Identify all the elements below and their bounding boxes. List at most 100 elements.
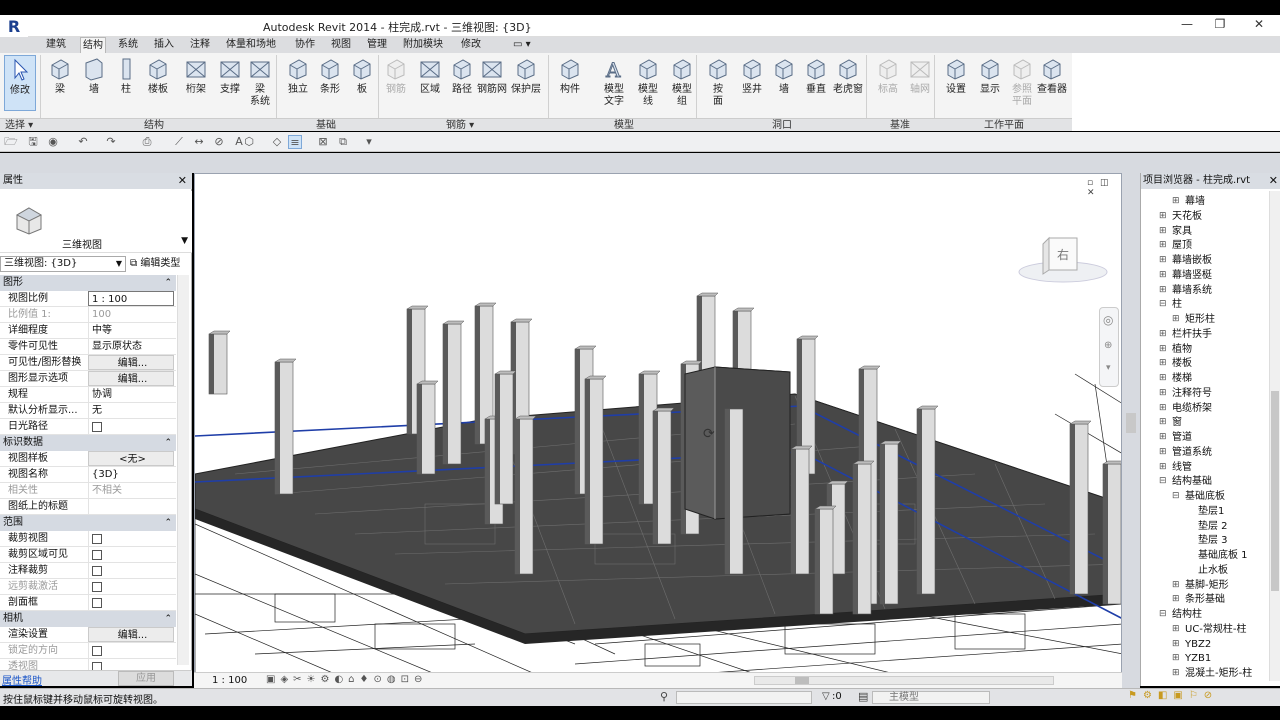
property-value[interactable] (88, 563, 174, 578)
ribbon-button-8[interactable]: 独立 (282, 55, 314, 115)
property-value[interactable]: 中等 (88, 323, 174, 338)
measure-icon[interactable]: ⟋ (172, 135, 186, 149)
column[interactable] (274, 358, 297, 495)
dimension-icon[interactable]: ↔ (192, 135, 206, 149)
expand-icon[interactable]: ⊞ (1172, 637, 1180, 652)
property-value[interactable]: {3D} (88, 467, 174, 482)
tab-9[interactable]: 附加模块 (401, 37, 445, 53)
property-value[interactable] (88, 499, 174, 514)
ribbon-button-21[interactable]: 竖井 (736, 55, 768, 115)
viewport-hscroll[interactable] (754, 676, 1054, 685)
expand-icon[interactable]: ⊞ (1159, 224, 1167, 239)
expand-icon[interactable]: ⊞ (1172, 578, 1180, 593)
collapse-icon[interactable]: ⊟ (1159, 474, 1167, 489)
tab-5[interactable]: 体量和场地 (224, 37, 278, 53)
collapse-icon[interactable]: ⊟ (1159, 297, 1167, 312)
customize-icon[interactable]: ▾ (362, 135, 376, 149)
selection-toggle-icons[interactable]: ⚑⚙◧▣⚐⊘ (1128, 690, 1218, 701)
thin-lines-icon[interactable]: ≡ (288, 135, 302, 149)
close-hidden-icon[interactable]: ⊠ (316, 135, 330, 149)
view-scale[interactable]: 1 : 100 (212, 675, 247, 686)
type-selector[interactable]: 三维视图 ▼ (0, 191, 192, 253)
tab-3[interactable]: 插入 (152, 37, 176, 53)
worksets-icon[interactable]: ⚲ (660, 690, 668, 703)
collapse-icon[interactable]: ⌃ (164, 435, 172, 451)
column[interactable] (852, 460, 875, 615)
ribbon-button-14[interactable]: 钢筋网 (476, 55, 508, 115)
tab-7[interactable]: 视图 (329, 37, 353, 53)
close-button[interactable]: ✕ (1244, 17, 1274, 35)
property-value[interactable]: 编辑... (88, 355, 174, 370)
ribbon-button-16[interactable]: 构件 (554, 55, 586, 115)
column[interactable] (790, 445, 813, 575)
expand-icon[interactable]: ⊞ (1159, 327, 1167, 342)
tab-4[interactable]: 注释 (188, 37, 212, 53)
undo-icon[interactable]: ↶ (76, 135, 90, 149)
steering-wheel-icon[interactable]: ◎ (1103, 313, 1113, 327)
ribbon-button-10[interactable]: 板 (346, 55, 378, 115)
restore-button[interactable]: ❐ (1205, 17, 1235, 35)
model-3d-scene[interactable] (195, 174, 1122, 674)
expand-icon[interactable]: ⊞ (1159, 371, 1167, 386)
expand-icon[interactable]: ⊞ (1159, 460, 1167, 475)
expand-icon[interactable]: ⊞ (1172, 666, 1180, 681)
property-value[interactable]: 编辑... (88, 627, 174, 642)
ribbon-button-20[interactable]: 按 面 (702, 55, 734, 115)
ribbon-button-24[interactable]: 老虎窗 (832, 55, 864, 115)
tab-6[interactable]: 协作 (293, 37, 317, 53)
column[interactable] (584, 375, 607, 545)
browser-scroll-thumb[interactable] (1271, 391, 1279, 591)
expand-icon[interactable]: ⊞ (1159, 386, 1167, 401)
expand-icon[interactable]: ⊞ (1172, 312, 1180, 327)
ribbon-button-12[interactable]: 区域 (414, 55, 446, 115)
redo-icon[interactable]: ↷ (104, 135, 118, 149)
expand-icon[interactable]: ⊞ (1159, 401, 1167, 416)
column[interactable] (1069, 420, 1092, 595)
column[interactable] (208, 330, 231, 395)
design-options-icon[interactable]: ▤ (858, 690, 868, 703)
collapse-icon[interactable]: ⊟ (1172, 489, 1180, 504)
ribbon-button-26[interactable]: 轴网 (904, 55, 936, 115)
tab-10[interactable]: 修改 (459, 37, 483, 53)
property-value[interactable]: 1 : 100 (88, 291, 174, 306)
ribbon-button-6[interactable]: 支撑 (214, 55, 246, 115)
ribbon-button-7[interactable]: 梁 系统 (244, 55, 276, 115)
column[interactable] (416, 380, 439, 475)
print-icon[interactable]: ⎙ (140, 135, 154, 149)
ribbon-button-3[interactable]: 柱 (110, 55, 142, 115)
ribbon-button-0[interactable]: 修改 (4, 55, 36, 111)
property-value[interactable]: 无 (88, 403, 174, 418)
sync-icon[interactable]: ◉ (46, 135, 60, 149)
tag-icon[interactable]: ⊘ (212, 135, 226, 149)
browser-scrollbar[interactable] (1269, 191, 1280, 681)
design-option-dropdown[interactable]: 主模型 (872, 691, 990, 704)
switch-windows-icon[interactable]: ⧉ (336, 135, 350, 149)
ribbon-button-9[interactable]: 条形 (314, 55, 346, 115)
property-value[interactable]: 协调 (88, 387, 174, 402)
property-section-header[interactable]: 范围 ⌃ (0, 515, 176, 531)
tab-1[interactable]: 结构 (80, 37, 106, 53)
tab-8[interactable]: 管理 (365, 37, 389, 53)
ribbon-button-30[interactable]: 查看器 (1036, 55, 1068, 115)
navigation-bar[interactable]: ◎ ⊕ ▾ (1099, 307, 1119, 387)
collapse-icon[interactable]: ⌃ (164, 611, 172, 627)
ribbon-button-5[interactable]: 桁架 (180, 55, 212, 115)
expand-icon[interactable]: ⊞ (1172, 194, 1180, 209)
hscroll-thumb[interactable] (795, 677, 809, 684)
expand-icon[interactable]: ⊞ (1159, 342, 1167, 357)
ribbon-button-17[interactable]: A 模型 文字 (598, 55, 630, 115)
expand-icon[interactable]: ⊞ (1159, 253, 1167, 268)
expand-icon[interactable]: ⊞ (1159, 268, 1167, 283)
collapse-icon[interactable]: ⌃ (164, 275, 172, 291)
edit-type-button[interactable]: ⧉ 编辑类型 (130, 256, 180, 272)
section-icon[interactable]: ◇ (270, 135, 284, 149)
close-icon[interactable]: ✕ (1268, 173, 1278, 189)
expand-icon[interactable]: ⊞ (1159, 238, 1167, 253)
view-window-controls[interactable]: ▫ ◫ ✕ (1087, 178, 1121, 198)
properties-scrollbar[interactable] (177, 275, 189, 665)
nav-menu-icon[interactable]: ▾ (1106, 363, 1111, 373)
ribbon-button-29[interactable]: 参照 平面 (1006, 55, 1038, 115)
zoom-icon[interactable]: ⊕ (1104, 340, 1112, 351)
property-value[interactable] (88, 595, 174, 610)
select-filter-icon[interactable]: ▽ (822, 691, 830, 702)
